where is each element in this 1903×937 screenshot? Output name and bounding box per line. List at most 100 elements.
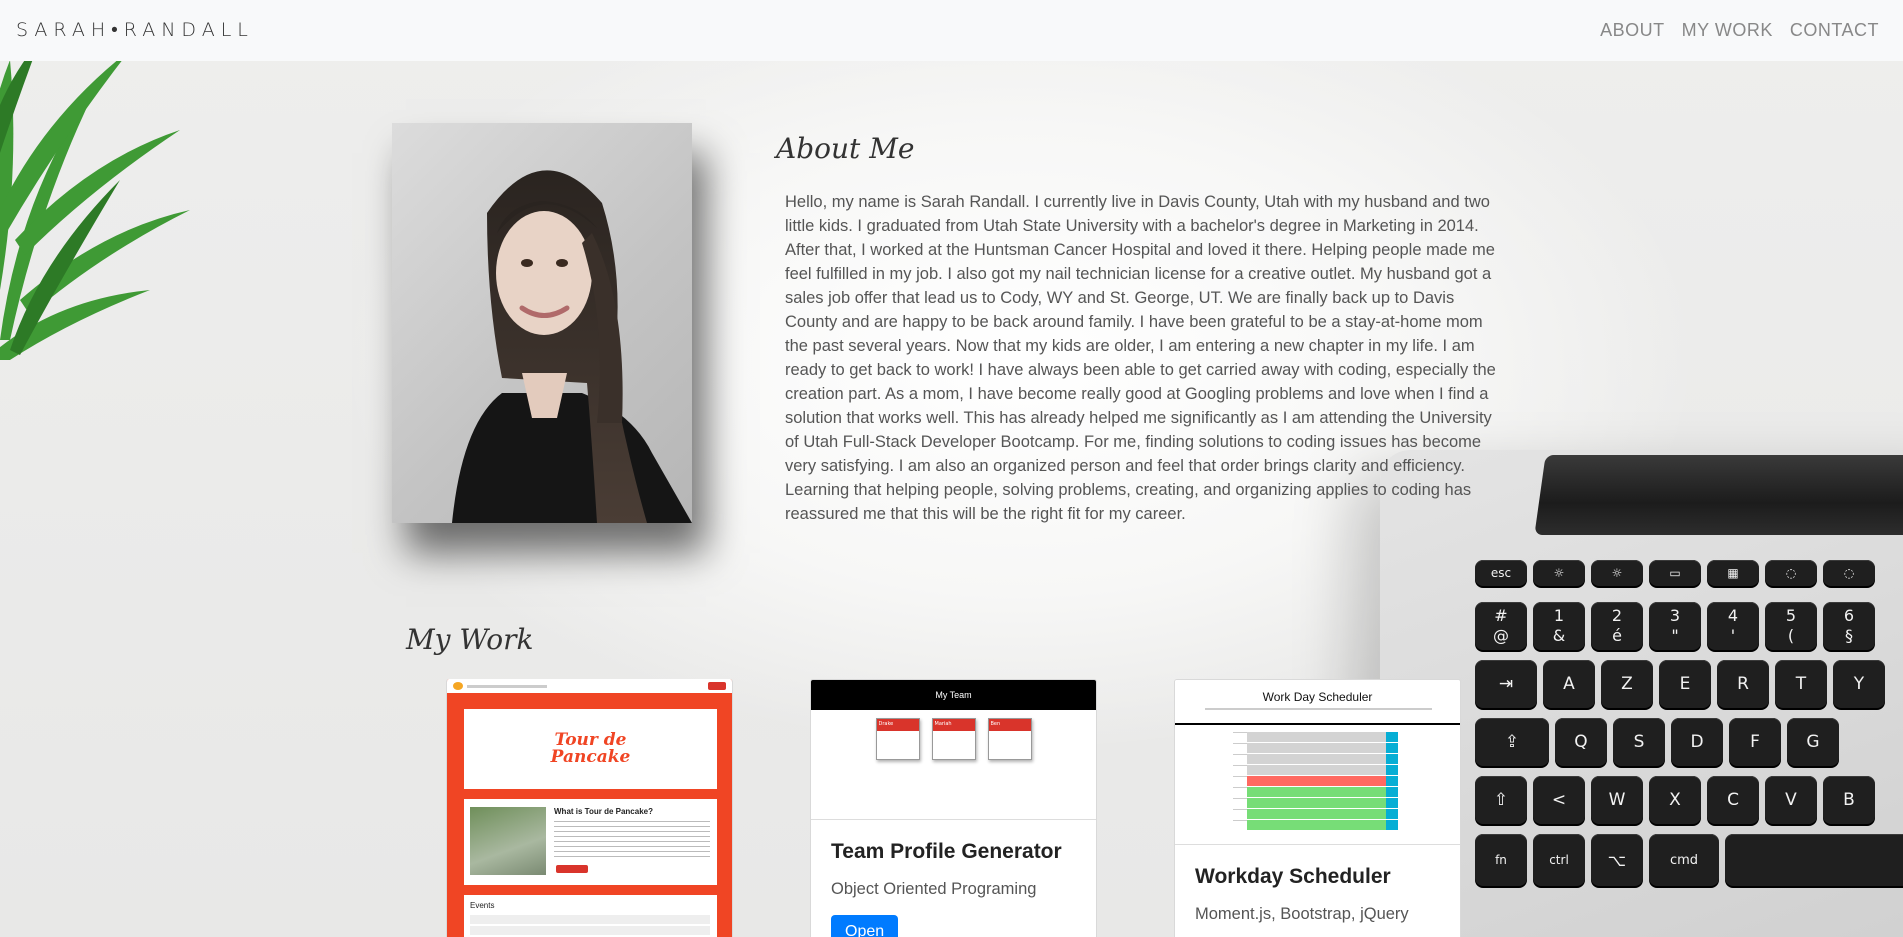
navbar: SARAH•RANDALL ABOUT MY WORK CONTACT xyxy=(0,0,1903,61)
space-bar xyxy=(1725,834,1903,886)
number-key-bottom-label: & xyxy=(1552,626,1566,645)
project-card-workday-scheduler[interactable]: Work Day Scheduler Workday Scheduler Mom… xyxy=(1174,679,1461,937)
scheduler-row xyxy=(1233,809,1398,819)
nav-link-about[interactable]: ABOUT xyxy=(1600,20,1665,41)
scheduler-row xyxy=(1233,765,1398,775)
letter-key: S xyxy=(1613,718,1665,766)
number-key-bottom-label: ' xyxy=(1730,626,1736,645)
scheduler-save-cell xyxy=(1386,754,1398,764)
scheduler-save-cell xyxy=(1386,787,1398,797)
shift-key: ⇧ xyxy=(1475,776,1527,824)
tab-key: ⇥ xyxy=(1475,660,1537,708)
project-tech: Moment.js, Bootstrap, jQuery xyxy=(1195,905,1409,923)
profile-photo xyxy=(392,123,692,523)
letter-key: < xyxy=(1533,776,1585,824)
letter-key: T xyxy=(1775,660,1827,708)
letter-key: D xyxy=(1671,718,1723,766)
brightness-down-key: ☼ xyxy=(1533,560,1585,586)
scheduler-hour-cell xyxy=(1233,754,1247,764)
keyboard-light-down-key: ◌ xyxy=(1765,560,1817,586)
laptop-keyboard: esc ☼ ☼ ▭ ▦ ◌ ◌ # @1 & 2 é 3 " 4 ' 5(6 § ⇥ A Z E R T Y ⇪ Q S D F G ⇧ < W X… xyxy=(1475,560,1903,937)
ctrl-key: ctrl xyxy=(1533,834,1585,886)
scheduler-task-cell xyxy=(1247,820,1386,830)
scheduler-hour-cell xyxy=(1233,776,1247,786)
letter-key: E xyxy=(1659,660,1711,708)
scheduler-task-cell xyxy=(1247,787,1386,797)
letter-key: G xyxy=(1787,718,1839,766)
scheduler-row xyxy=(1233,754,1398,764)
scheduler-task-cell xyxy=(1247,754,1386,764)
nav-link-contact[interactable]: CONTACT xyxy=(1790,20,1879,41)
project-card-team-profile-generator[interactable]: My Team Drake Mariah Ben Team Profile Ge… xyxy=(810,679,1097,937)
number-key-bottom-label: § xyxy=(1845,626,1853,645)
project-card-tour-de-pancake[interactable]: Tour de Pancake What is Tour de Pancake?… xyxy=(446,679,733,937)
caps-lock-key: ⇪ xyxy=(1475,718,1549,766)
my-work-title: My Work xyxy=(406,623,534,656)
letter-key: W xyxy=(1591,776,1643,824)
project-tech: Object Oriented Programing xyxy=(831,880,1037,898)
card-body: Workday Scheduler Moment.js, Bootstrap, … xyxy=(1175,845,1460,937)
scheduler-save-cell xyxy=(1386,732,1398,742)
plant-decoration xyxy=(0,40,190,360)
team-member-card-3: Ben xyxy=(988,719,1031,731)
scheduler-hour-cell xyxy=(1233,820,1247,830)
scheduler-task-cell xyxy=(1247,743,1386,753)
team-member-card-2: Mariah xyxy=(932,719,975,731)
tour-de-pancake-events-label: Events xyxy=(470,901,495,910)
project-preview-team-profile: My Team Drake Mariah Ben xyxy=(811,680,1096,820)
scheduler-save-cell xyxy=(1386,820,1398,830)
scheduler-row xyxy=(1233,743,1398,753)
keyboard-light-up-key: ◌ xyxy=(1823,560,1875,586)
number-key-top-label: 5 xyxy=(1785,606,1797,625)
number-key-bottom-label: @ xyxy=(1493,626,1509,645)
number-key-top-label: 2 xyxy=(1611,606,1623,625)
about-paragraph: Hello, my name is Sarah Randall. I curre… xyxy=(785,193,1496,523)
nav-link-my-work[interactable]: MY WORK xyxy=(1682,20,1773,41)
scheduler-task-cell xyxy=(1247,765,1386,775)
scheduler-save-cell xyxy=(1386,765,1398,775)
scheduler-row xyxy=(1233,820,1398,830)
scheduler-row xyxy=(1233,787,1398,797)
scheduler-task-cell xyxy=(1247,809,1386,819)
number-key-top-label: # xyxy=(1494,606,1508,625)
launchpad-key: ▦ xyxy=(1707,560,1759,586)
scheduler-hour-cell xyxy=(1233,798,1247,808)
scheduler-save-cell xyxy=(1386,798,1398,808)
scheduler-save-cell xyxy=(1386,776,1398,786)
scheduler-preview-header: Work Day Scheduler xyxy=(1262,690,1373,704)
brand-logo[interactable]: SARAH•RANDALL xyxy=(16,19,254,42)
option-key: ⌥ xyxy=(1591,834,1643,886)
nav-links: ABOUT MY WORK CONTACT xyxy=(1600,20,1887,41)
mission-control-key: ▭ xyxy=(1649,560,1701,586)
laptop-hinge xyxy=(1534,455,1903,535)
esc-key: esc xyxy=(1475,560,1527,586)
scheduler-row xyxy=(1233,732,1398,742)
scheduler-hour-cell xyxy=(1233,732,1247,742)
project-preview-tour-de-pancake: Tour de Pancake What is Tour de Pancake?… xyxy=(447,679,732,937)
open-project-button[interactable]: Open xyxy=(831,915,899,937)
scheduler-hour-cell xyxy=(1233,787,1247,797)
letter-key: C xyxy=(1707,776,1759,824)
card-body: Team Profile Generator Object Oriented P… xyxy=(811,820,1096,937)
number-key-bottom-label: ( xyxy=(1787,626,1795,645)
scheduler-task-cell xyxy=(1247,776,1386,786)
team-member-card-1: Drake xyxy=(876,719,919,731)
project-title: Workday Scheduler xyxy=(1195,865,1391,888)
letter-key: Y xyxy=(1833,660,1885,708)
letter-key: V xyxy=(1765,776,1817,824)
scheduler-time-rows xyxy=(1233,732,1398,831)
letter-key: Q xyxy=(1555,718,1607,766)
number-key-top-label: 4 xyxy=(1727,606,1739,625)
letter-key: B xyxy=(1823,776,1875,824)
about-title: About Me xyxy=(776,132,915,165)
project-title: Team Profile Generator xyxy=(831,840,1062,863)
tour-de-pancake-logo: Tour de Pancake xyxy=(550,730,631,767)
letter-key: R xyxy=(1717,660,1769,708)
number-key-top-label: 1 xyxy=(1553,606,1565,625)
number-key-bottom-label: é xyxy=(1612,626,1622,645)
letter-key: X xyxy=(1649,776,1701,824)
project-preview-workday-scheduler: Work Day Scheduler xyxy=(1175,680,1460,845)
number-key-top-label: 3 xyxy=(1669,606,1681,625)
number-key-top-label: 6 xyxy=(1843,606,1855,625)
scheduler-save-cell xyxy=(1386,809,1398,819)
